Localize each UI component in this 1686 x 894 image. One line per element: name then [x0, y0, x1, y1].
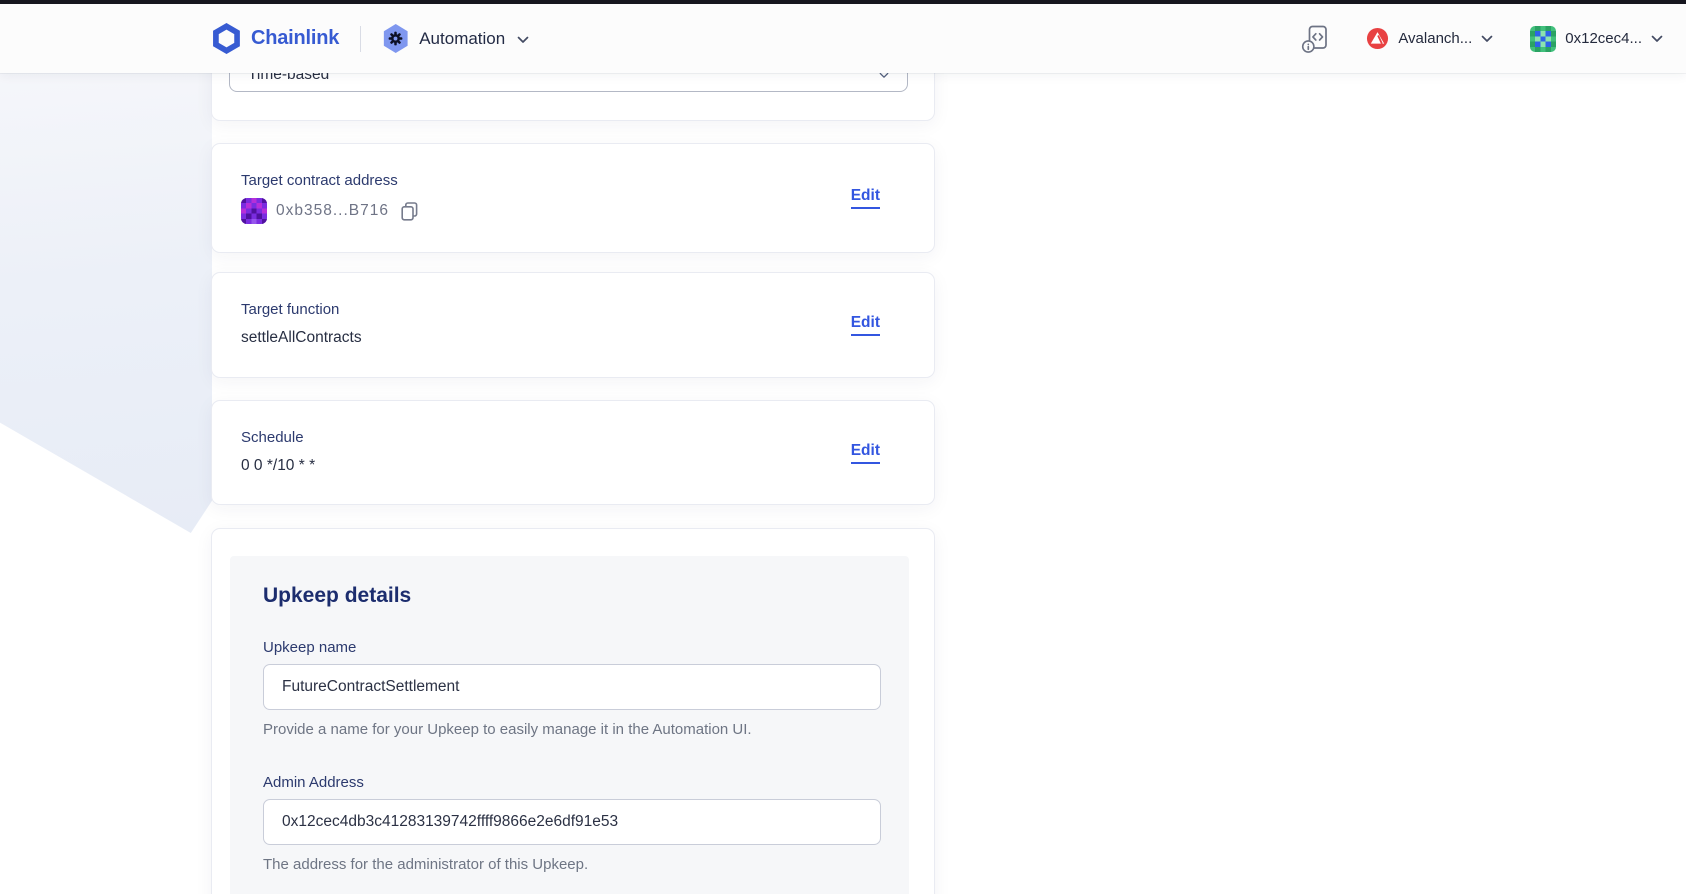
upkeep-name-helper: Provide a name for your Upkeep to easily… — [263, 721, 752, 738]
contract-pixel-avatar — [241, 198, 267, 224]
target-contract-label: Target contract address — [241, 172, 398, 189]
schedule-cron-value: 0 0 */10 * * — [241, 457, 316, 474]
edit-target-contract-button[interactable]: Edit — [850, 187, 880, 209]
chainlink-brand-link[interactable]: Chainlink — [213, 23, 339, 54]
app-header: Chainlink Automation Avalanch... 0x12cec… — [0, 4, 1686, 73]
wallet-pixel-avatar — [1530, 25, 1557, 52]
header-divider — [360, 25, 362, 52]
header-right-cluster: Avalanch... 0x12cec4... — [1301, 24, 1663, 54]
upkeep-name-label: Upkeep name — [263, 639, 357, 656]
upkeep-details-card: Upkeep details Upkeep name Provide a nam… — [211, 528, 935, 894]
schedule-label: Schedule — [241, 429, 304, 446]
wallet-selector[interactable]: 0x12cec4... — [1530, 25, 1663, 52]
background-gradient-shape — [0, 73, 212, 533]
target-function-value: settleAllContracts — [241, 329, 362, 346]
admin-address-label: Admin Address — [263, 774, 364, 791]
edit-schedule-button[interactable]: Edit — [850, 442, 880, 464]
chevron-down-icon — [879, 72, 889, 78]
avalanche-logo-icon — [1367, 27, 1389, 50]
chevron-down-icon — [1481, 35, 1493, 42]
target-contract-card: Target contract address 0xb358...B716 Ed… — [211, 143, 935, 253]
upkeep-name-input[interactable] — [263, 664, 881, 710]
upkeep-details-panel: Upkeep details Upkeep name Provide a nam… — [230, 556, 909, 894]
target-function-label: Target function — [241, 301, 340, 318]
schedule-card: Schedule 0 0 */10 * * Edit — [211, 400, 935, 505]
automation-registration-page: Chainlink Automation Avalanch... 0x12cec… — [0, 0, 1686, 894]
chevron-down-icon — [517, 36, 529, 43]
network-selector[interactable]: Avalanch... — [1366, 27, 1493, 50]
upkeep-details-title: Upkeep details — [263, 584, 412, 607]
chainlink-hexagon-icon — [213, 23, 240, 54]
target-contract-address: 0xb358...B716 — [276, 202, 389, 219]
target-function-card: Target function settleAllContracts Edit — [211, 272, 935, 378]
network-label: Avalanch... — [1398, 30, 1473, 47]
product-name: Automation — [419, 28, 506, 48]
wallet-address-label: 0x12cec4... — [1565, 30, 1642, 47]
copy-icon[interactable] — [401, 201, 418, 221]
chevron-down-icon — [1651, 35, 1663, 42]
edit-target-function-button[interactable]: Edit — [850, 314, 880, 336]
product-switcher[interactable]: Automation — [382, 24, 529, 53]
automation-gear-hexagon-icon — [383, 24, 408, 53]
admin-address-helper: The address for the administrator of thi… — [263, 856, 589, 873]
brand-name: Chainlink — [251, 27, 340, 49]
docs-code-info-icon[interactable] — [1301, 24, 1329, 54]
admin-address-input[interactable] — [263, 799, 881, 845]
top-window-strip — [0, 0, 1686, 4]
